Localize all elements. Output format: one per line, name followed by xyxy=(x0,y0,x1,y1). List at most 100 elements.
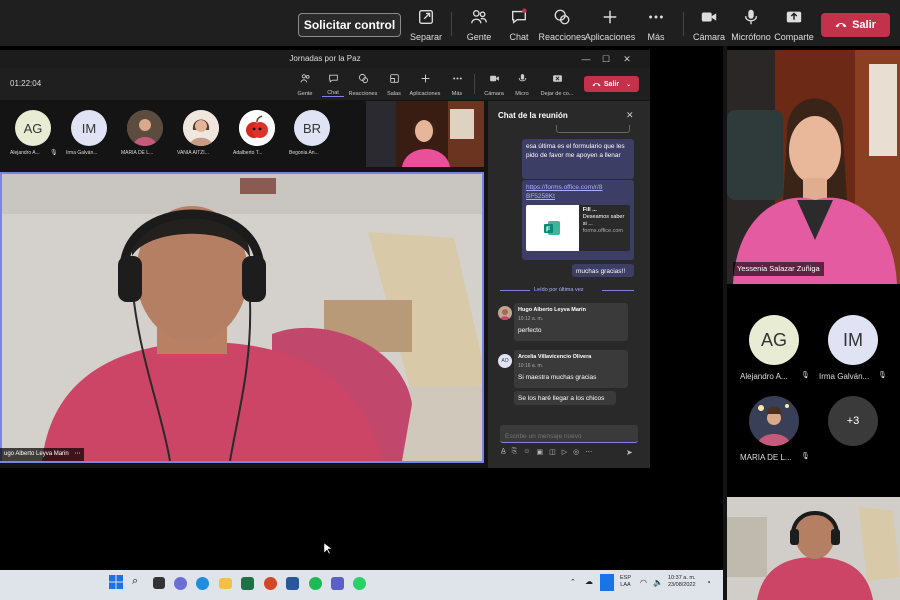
maximize-icon[interactable]: ☐ xyxy=(597,50,615,68)
chevron-down-icon[interactable]: ⌄ xyxy=(626,81,631,88)
more-icon[interactable]: ⋯ xyxy=(74,451,80,457)
excel-icon[interactable] xyxy=(241,577,254,590)
people-button[interactable]: Gente xyxy=(464,8,494,42)
word-icon[interactable] xyxy=(286,577,299,590)
gif-icon[interactable]: ▣ xyxy=(536,448,543,460)
chevron-up-icon[interactable]: ⌃ xyxy=(570,578,576,586)
compose-box[interactable] xyxy=(500,425,638,445)
received-message[interactable]: Hugo Alberto Leyva Marín 10:12 a. m. per… xyxy=(514,303,628,341)
spotlight-video-tile[interactable] xyxy=(727,50,900,284)
volume-icon[interactable]: 🔈 xyxy=(653,578,663,587)
edge-icon[interactable] xyxy=(196,577,209,590)
close-chat-icon[interactable]: ✕ xyxy=(626,110,634,121)
chat-icon xyxy=(328,74,338,83)
toolbar-divider xyxy=(474,74,475,94)
minimize-icon[interactable]: — xyxy=(577,50,595,68)
link-preview-card[interactable]: F Fill ... Deseamos saber si ... forms.o… xyxy=(526,205,630,251)
more-icon[interactable]: ⋯ xyxy=(585,448,592,460)
powerpoint-icon[interactable] xyxy=(264,577,277,590)
main-video-tile[interactable] xyxy=(0,172,484,463)
mic-active-icon[interactable] xyxy=(600,574,614,591)
avatar[interactable] xyxy=(183,110,219,146)
task-view-icon[interactable] xyxy=(153,577,165,589)
file-explorer-icon[interactable] xyxy=(219,578,232,589)
teams-chat-icon[interactable] xyxy=(174,577,187,590)
whatsapp-icon[interactable] xyxy=(353,577,366,590)
avatar[interactable]: AG xyxy=(749,315,799,365)
plus-icon xyxy=(603,10,617,24)
avatar[interactable]: IM xyxy=(828,315,878,365)
profile-photo-icon xyxy=(498,306,512,320)
inner-reactions-button[interactable]: Reacciones xyxy=(348,73,378,97)
spotlight-thumbnail[interactable] xyxy=(366,101,484,167)
avatar[interactable]: BR xyxy=(294,110,330,146)
inner-apps-button[interactable]: Aplicaciones xyxy=(408,73,442,97)
received-message[interactable]: Arcelia Villavicencio Olivera 10:16 a. m… xyxy=(514,350,628,388)
participant-name: Irma Galván... xyxy=(819,372,870,381)
onedrive-icon[interactable]: ☁ xyxy=(585,577,593,586)
inner-people-button[interactable]: Gente xyxy=(294,73,316,97)
self-view-thumbnail[interactable] xyxy=(727,497,900,600)
inner-more-label: Más xyxy=(451,91,463,97)
share-button[interactable]: Comparte xyxy=(774,8,814,42)
request-control-button[interactable]: Solicitar control xyxy=(298,13,401,37)
form-link[interactable]: https://forms.office.com/r/8BF5258Kt xyxy=(526,183,604,201)
toolbar-divider xyxy=(451,12,452,36)
inner-camera-button[interactable]: Cámara xyxy=(482,73,506,97)
clock[interactable]: 10:37 a. m. 23/08/2022 xyxy=(668,575,696,589)
inner-mic-button[interactable]: Micro xyxy=(512,73,532,97)
message-author: Arcelia Villavicencio Olivera xyxy=(518,354,592,360)
emoji-icon[interactable]: ☺ xyxy=(523,448,530,460)
format-icon[interactable]: A̲ xyxy=(501,448,506,460)
notifications-icon[interactable]: ◔ xyxy=(706,578,711,587)
avatar[interactable]: AG xyxy=(15,110,51,146)
avatar[interactable] xyxy=(127,110,163,146)
mic-off-icon: 🎙 xyxy=(801,372,810,379)
teams-icon[interactable] xyxy=(331,577,344,590)
leave-button[interactable]: Salir xyxy=(821,13,890,37)
inner-leave-button[interactable]: Salir ⌄ xyxy=(584,76,639,92)
send-icon[interactable]: ➤ xyxy=(626,448,633,457)
attach-icon[interactable]: ⎘ xyxy=(512,448,518,460)
spotlight-name-tag: Yessenia Salazar Zuñiga xyxy=(733,262,824,276)
received-message[interactable]: Se los haré llegar a los chicos xyxy=(514,391,616,405)
forms-logo-icon: F xyxy=(526,205,579,251)
inner-rooms-button[interactable]: Salas xyxy=(384,73,404,97)
loop-icon[interactable]: ◎ xyxy=(573,448,579,460)
microphone-button[interactable]: Micrófono xyxy=(731,8,771,42)
avatar[interactable] xyxy=(239,110,275,146)
sent-message[interactable]: muchas gracias!! xyxy=(572,264,634,277)
pop-out-button[interactable]: Separar xyxy=(410,8,442,42)
send-later-icon[interactable]: ▷ xyxy=(562,448,567,460)
close-icon[interactable]: ✕ xyxy=(618,50,636,68)
people-icon xyxy=(471,10,487,24)
search-icon[interactable]: ⌕ xyxy=(132,575,148,591)
link-preview-domain: forms.office.com xyxy=(582,228,623,234)
sticker-icon[interactable]: ◫ xyxy=(549,448,556,460)
chat-title: Chat de la reunión xyxy=(498,111,568,120)
camera-button[interactable]: Cámara xyxy=(693,8,725,42)
inner-stop-sharing-button[interactable]: Dejar de co... xyxy=(538,73,576,97)
inner-more-button[interactable]: Más xyxy=(448,73,466,97)
language-indicator[interactable]: ESP LAA xyxy=(620,575,631,589)
reactions-label: Reacciones xyxy=(538,32,586,42)
avatar[interactable]: AO xyxy=(498,354,512,368)
chat-button[interactable]: Chat xyxy=(504,8,534,42)
windows-start-icon[interactable] xyxy=(109,575,125,591)
more-button[interactable]: Más xyxy=(642,8,670,42)
spotify-icon[interactable] xyxy=(309,577,322,590)
avatar[interactable] xyxy=(498,306,512,320)
more-participants-button[interactable]: +3 xyxy=(828,396,878,446)
sent-message[interactable]: esa última es el formulario que les pido… xyxy=(522,139,634,179)
apps-button[interactable]: Aplicaciones xyxy=(585,8,635,42)
reactions-button[interactable]: Reacciones xyxy=(538,8,586,42)
avatar[interactable] xyxy=(749,396,799,446)
participant-name: Alejandro A... xyxy=(740,372,788,381)
inner-chat-button[interactable]: Chat xyxy=(322,73,344,97)
avatar[interactable]: IM xyxy=(71,110,107,146)
avatar-initials: AG xyxy=(760,329,787,350)
compose-input[interactable] xyxy=(505,428,635,445)
sent-message-link[interactable]: https://forms.office.com/r/8BF5258Kt F F… xyxy=(522,180,634,260)
inner-leave-label: Salir xyxy=(603,80,620,88)
wifi-icon[interactable]: ◠ xyxy=(640,578,647,587)
